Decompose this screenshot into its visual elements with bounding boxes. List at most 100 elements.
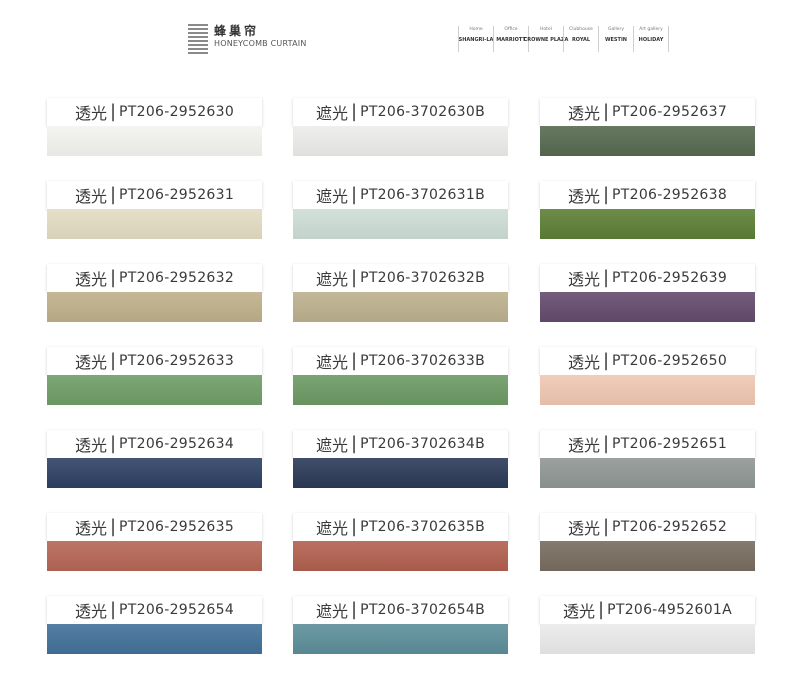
swatch-card: 遮光 | PT206-3702630B <box>293 98 508 158</box>
swatch-code: PT206-2952637 <box>612 104 728 120</box>
swatch-label: 透光 | PT206-2952635 <box>47 513 262 541</box>
swatch-code: PT206-3702633B <box>360 353 486 369</box>
swatch-label: 透光 | PT206-2952632 <box>47 264 262 292</box>
separator: | <box>109 183 117 205</box>
swatch-type: 透光 <box>567 519 600 538</box>
swatch-type: 透光 <box>74 436 107 455</box>
venue-label: Clubhouse <box>569 27 593 32</box>
brand: 蜂巢帘 HONEYCOMB CURTAIN <box>188 24 307 54</box>
swatch-label: 遮光 | PT206-3702632B <box>293 264 508 292</box>
venue-label: Office <box>504 27 518 32</box>
swatch-type: 遮光 <box>315 270 348 289</box>
swatch-code: PT206-2952633 <box>119 353 235 369</box>
swatch-type: 透光 <box>74 519 107 538</box>
swatch-code: PT206-2952635 <box>119 519 235 535</box>
swatch-card: 透光 | PT206-2952635 <box>47 513 262 573</box>
separator: | <box>351 432 358 454</box>
swatch-card: 透光 | PT206-2952650 <box>540 347 755 407</box>
swatch-color <box>47 126 262 156</box>
swatch-card: 遮光 | PT206-3702633B <box>293 347 508 407</box>
separator: | <box>109 266 117 288</box>
swatch-label: 遮光 | PT206-3702630B <box>293 98 508 126</box>
venue-item: Home SHANGRI-LA <box>458 26 493 52</box>
separator: | <box>602 515 610 537</box>
swatch-label: 透光 | PT206-2952652 <box>540 513 755 541</box>
swatch-color <box>47 458 262 488</box>
swatch-type: 透光 <box>563 602 596 621</box>
swatch-code: PT206-2952651 <box>612 436 728 452</box>
swatch-code: PT206-2952650 <box>612 353 728 369</box>
swatch-label: 透光 | PT206-4952601A <box>540 596 755 624</box>
separator: | <box>602 432 610 454</box>
swatch-color <box>293 624 508 654</box>
venue-label: Home <box>469 27 483 32</box>
swatch-label: 遮光 | PT206-3702654B <box>293 596 508 624</box>
swatch-type: 遮光 <box>315 187 348 206</box>
swatch-type: 透光 <box>74 104 107 123</box>
swatch-color <box>293 292 508 322</box>
separator: | <box>109 349 117 371</box>
swatch-code: PT206-3702654B <box>360 602 486 618</box>
swatch-card: 透光 | PT206-2952630 <box>47 98 262 158</box>
swatch-code: PT206-3702630B <box>360 104 486 120</box>
swatch-card: 透光 | PT206-2952638 <box>540 181 755 241</box>
venue-logo: HOLIDAY <box>638 37 664 43</box>
venue-strip: Home SHANGRI-LA Office MARRIOTT Hotel CROWNE … <box>458 26 669 52</box>
venue-item: Gallery WESTIN <box>598 26 633 52</box>
separator: | <box>109 100 117 122</box>
swatch-card: 遮光 | PT206-3702635B <box>293 513 508 573</box>
swatch-type: 透光 <box>567 187 600 206</box>
venue-label: Hotel <box>540 27 552 32</box>
swatch-label: 遮光 | PT206-3702631B <box>293 181 508 209</box>
swatch-card: 透光 | PT206-2952651 <box>540 430 755 490</box>
separator: | <box>602 266 610 288</box>
swatch-card: 透光 | PT206-2952634 <box>47 430 262 490</box>
swatch-code: PT206-3702635B <box>360 519 486 535</box>
swatch-label: 遮光 | PT206-3702634B <box>293 430 508 458</box>
swatch-type: 透光 <box>74 187 107 206</box>
swatch-card: 透光 | PT206-2952631 <box>47 181 262 241</box>
swatch-label: 透光 | PT206-2952639 <box>540 264 755 292</box>
swatch-card: 遮光 | PT206-3702632B <box>293 264 508 324</box>
separator: | <box>109 432 117 454</box>
swatch-type: 透光 <box>567 353 600 372</box>
swatch-color <box>47 541 262 571</box>
venue-logo: CROWNE PLAZA <box>523 37 569 43</box>
separator: | <box>351 349 358 371</box>
swatch-type: 透光 <box>567 104 600 123</box>
swatch-color <box>47 624 262 654</box>
swatch-color <box>293 126 508 156</box>
venue-item: Hotel CROWNE PLAZA <box>524 26 568 52</box>
swatch-card: 透光 | PT206-2952637 <box>540 98 755 158</box>
swatch-label: 透光 | PT206-2952630 <box>47 98 262 126</box>
swatch-type: 透光 <box>74 270 107 289</box>
swatch-code: PT206-3702631B <box>360 187 486 203</box>
swatch-card: 透光 | PT206-2952633 <box>47 347 262 407</box>
swatch-color <box>540 624 755 654</box>
swatch-label: 透光 | PT206-2952637 <box>540 98 755 126</box>
swatch-card: 透光 | PT206-2952632 <box>47 264 262 324</box>
venue-item: Clubhouse ROYAL <box>563 26 598 52</box>
swatch-type: 透光 <box>74 602 107 621</box>
swatch-code: PT206-2952630 <box>119 104 235 120</box>
swatch-color <box>540 126 755 156</box>
venue-logo: ROYAL <box>571 37 591 43</box>
swatch-color <box>293 541 508 571</box>
swatch-color <box>47 209 262 239</box>
swatch-color <box>293 209 508 239</box>
swatch-code: PT206-2952652 <box>612 519 728 535</box>
separator: | <box>109 598 117 620</box>
separator: | <box>351 598 358 620</box>
separator: | <box>351 183 358 205</box>
separator: | <box>602 349 610 371</box>
honeycomb-curtain-icon <box>188 24 208 54</box>
swatch-color <box>540 292 755 322</box>
swatch-code: PT206-2952632 <box>119 270 235 286</box>
swatch-code: PT206-2952638 <box>612 187 728 203</box>
swatch-label: 透光 | PT206-2952650 <box>540 347 755 375</box>
swatch-label: 透光 | PT206-2952651 <box>540 430 755 458</box>
swatch-type: 遮光 <box>315 519 348 538</box>
venue-logo: MARRIOTT <box>496 37 526 43</box>
swatch-card: 透光 | PT206-4952601A <box>540 596 755 656</box>
swatch-type: 遮光 <box>315 436 348 455</box>
